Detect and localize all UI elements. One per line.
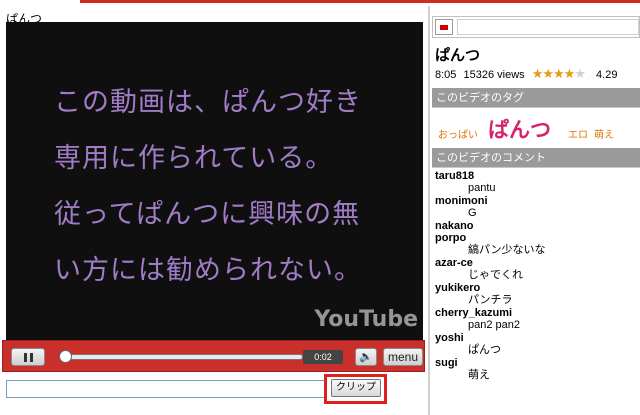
comment-author[interactable]: azar-ce [432, 257, 640, 269]
comment-text: 萌え [468, 369, 490, 381]
comment-text: じゃでくれ [468, 269, 523, 281]
sidebar: ぱんつ 8:05 15326 views ★★★★★ 4.29 このビデオのタグ… [432, 6, 640, 415]
pause-button[interactable] [11, 348, 45, 366]
column-divider [428, 6, 430, 415]
time-display: 0:02 [303, 350, 343, 364]
video-title: ぱんつ [435, 47, 481, 64]
view-count: 15326 views [463, 69, 525, 81]
tag-link[interactable]: おっぱい [438, 126, 478, 141]
comment-author[interactable]: yoshi [432, 332, 640, 344]
overlay-line: この動画は、ぱんつ好き [54, 87, 362, 118]
tag-link[interactable]: 萌え [594, 126, 614, 141]
comment-author[interactable]: yukikero [432, 282, 640, 294]
pause-icon [24, 353, 27, 362]
tags-header: このビデオのタグ [432, 88, 640, 108]
video-meta: 8:05 15326 views ★★★★★ 4.29 [435, 66, 621, 82]
comment-author[interactable]: sugi [432, 357, 640, 369]
comment-text: 縞パン少ないな [468, 244, 546, 256]
tag-link[interactable]: エロ [568, 126, 588, 141]
progress-bar[interactable] [59, 354, 303, 360]
tag-cloud: おっぱい ぱんつ エロ 萌え [432, 110, 640, 150]
comments-header: このビデオのコメント [432, 148, 640, 168]
rating-stars-icon: ★★★★★ [531, 66, 586, 81]
comment-text: ぱんつ [468, 344, 501, 356]
search-input[interactable] [457, 19, 639, 35]
clip-input[interactable] [6, 380, 326, 398]
comment-author[interactable]: monimoni [432, 195, 640, 207]
comment-list: taru818 pantu monimoni G nakano porpo 縞パ… [432, 170, 640, 415]
clip-button[interactable]: クリップ [331, 379, 381, 397]
overlay-line: 従ってぱんつに興味の無 [54, 199, 361, 230]
player-controls: 0:02 🔈 menu [2, 340, 425, 372]
overlay-line: 専用に作られている。 [54, 143, 334, 174]
progress-handle[interactable] [59, 350, 72, 363]
comment-text: パンチラ [468, 294, 513, 306]
tag-link[interactable]: ぱんつ [488, 114, 551, 144]
rating-value: 4.29 [596, 69, 618, 81]
comment-author[interactable]: taru818 [432, 170, 640, 182]
comment-author[interactable]: cherry_kazumi [432, 307, 640, 319]
comment-author[interactable]: nakano [432, 220, 640, 232]
menu-button[interactable]: menu [383, 348, 423, 366]
youtube-logo-icon[interactable] [435, 19, 453, 35]
search-bar [432, 16, 640, 38]
comment-author[interactable]: porpo [432, 232, 640, 244]
overlay-line: い方には勧められない。 [54, 255, 362, 286]
speaker-icon: 🔈 [359, 351, 373, 363]
comment-text: pantu [468, 182, 496, 194]
comment-text: pan2 pan2 [468, 319, 520, 331]
youtube-watermark-logo: YouTube [314, 307, 418, 332]
duration: 8:05 [435, 69, 457, 81]
video-player[interactable]: この動画は、ぱんつ好き 専用に作られている。 従ってぱんつに興味の無 い方には勧… [6, 22, 423, 340]
volume-button[interactable]: 🔈 [355, 348, 377, 366]
comment-text: G [468, 207, 477, 219]
